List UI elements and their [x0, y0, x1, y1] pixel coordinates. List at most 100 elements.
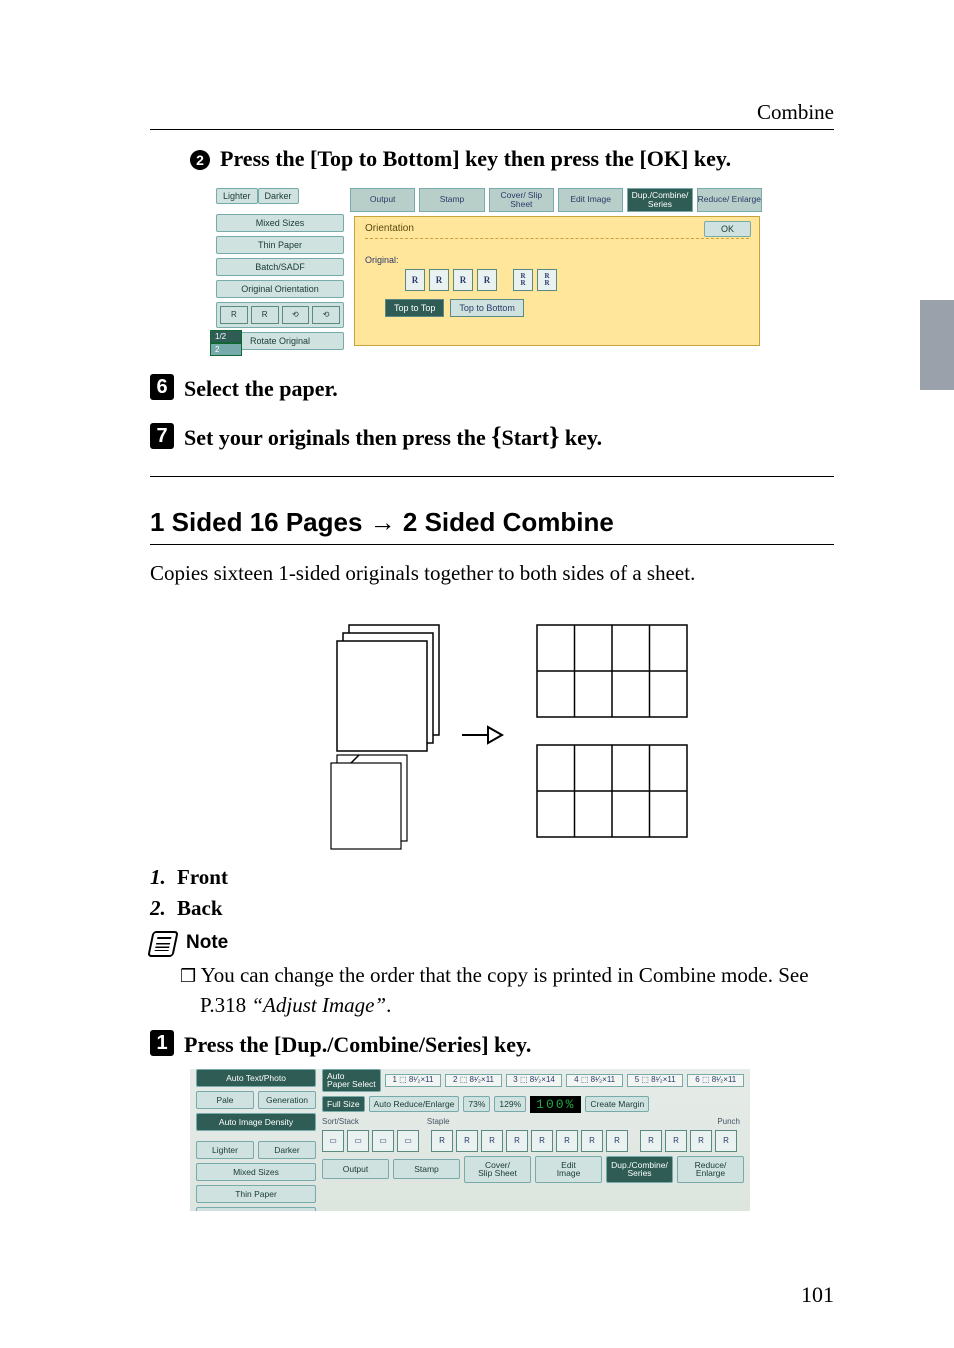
finish-icon[interactable]: ▭ — [347, 1130, 369, 1152]
staple-label: Staple — [427, 1117, 450, 1126]
thin-paper-button[interactable]: Thin Paper — [216, 236, 344, 254]
ok-button[interactable]: OK — [704, 221, 751, 237]
punch-icon[interactable]: R — [690, 1130, 712, 1152]
tab-edit[interactable]: Edit Image — [558, 188, 623, 212]
t: key. — [559, 425, 602, 450]
sort-stack-label: Sort/Stack — [322, 1117, 359, 1126]
ui-screenshot-main: Auto Text/Photo Pale Generation Auto Ima… — [190, 1069, 750, 1211]
punch-icon[interactable]: R — [665, 1130, 687, 1152]
full-size-button[interactable]: Full Size — [322, 1096, 365, 1112]
tab2-stamp[interactable]: Stamp — [393, 1159, 460, 1179]
t: key. — [694, 146, 731, 171]
thin-paper-2[interactable]: Thin Paper — [196, 1185, 316, 1203]
mixed-sizes-button[interactable]: Mixed Sizes — [216, 214, 344, 232]
orient-icon[interactable]: R — [251, 306, 279, 324]
generation-button[interactable]: Generation — [258, 1091, 316, 1109]
create-margin-button[interactable]: Create Margin — [585, 1096, 649, 1112]
tab2-reduce[interactable]: Reduce/ Enlarge — [677, 1156, 744, 1183]
tab2-edit[interactable]: Edit Image — [535, 1156, 602, 1183]
tray-4[interactable]: 4 ⬚ 8¹⁄₂×11 — [566, 1074, 623, 1087]
bracket-close: } — [549, 422, 559, 451]
enum-1-n: 1. — [150, 865, 172, 889]
finish-icon[interactable]: ▭ — [372, 1130, 394, 1152]
orientation-panel: Orientation OK Original: R R R R RR RR T… — [354, 216, 760, 346]
auto-text-photo-button[interactable]: Auto Text/Photo — [196, 1069, 316, 1087]
tray-5[interactable]: 5 ⬚ 8¹⁄₂×11 — [627, 1074, 684, 1087]
section-title: 1 Sided 16 Pages → 2 Sided Combine — [150, 507, 834, 538]
tab-cover[interactable]: Cover/ Slip Sheet — [489, 188, 554, 212]
staple-icon[interactable]: R — [581, 1130, 603, 1152]
glyph-r-stack[interactable]: RR — [537, 269, 557, 291]
orient-icon-row[interactable]: R R ⟲ ⟲ — [216, 302, 344, 328]
tray-6[interactable]: 6 ⬚ 8¹⁄₂×11 — [687, 1074, 744, 1087]
glyph-r[interactable]: R — [405, 269, 425, 291]
dup-combine-key: [Dup./Combine/Series] — [274, 1032, 489, 1057]
staple-icon[interactable]: R — [431, 1130, 453, 1152]
tab2-dup[interactable]: Dup./Combine/ Series — [606, 1156, 673, 1183]
header-title: Combine — [757, 100, 834, 124]
enum-1-label: Front — [177, 865, 228, 889]
staple-icon[interactable]: R — [606, 1130, 628, 1152]
t: Press the — [184, 1032, 274, 1057]
tab-output[interactable]: Output — [350, 188, 415, 212]
t: key. — [494, 1032, 531, 1057]
tab2-output[interactable]: Output — [322, 1159, 389, 1179]
staple-icon[interactable]: R — [456, 1130, 478, 1152]
finish-icon[interactable]: ▭ — [397, 1130, 419, 1152]
punch-icon[interactable]: R — [715, 1130, 737, 1152]
top-to-bottom-button[interactable]: Top to Bottom — [450, 299, 524, 317]
tab-reduce[interactable]: Reduce/ Enlarge — [697, 188, 762, 212]
t: “Adjust Image” — [251, 993, 386, 1017]
orient-icon[interactable]: R — [220, 306, 248, 324]
lighter-button-2[interactable]: Lighter — [196, 1141, 254, 1159]
note-block: Note You can change the order that the c… — [150, 931, 834, 1020]
note-icon — [147, 931, 179, 957]
staple-icon[interactable]: R — [506, 1130, 528, 1152]
mixed-sizes-2[interactable]: Mixed Sizes — [196, 1163, 316, 1181]
step-6: 6 Select the paper. — [150, 374, 834, 405]
staple-icon[interactable]: R — [556, 1130, 578, 1152]
auto-paper-select[interactable]: Auto Paper Select — [322, 1069, 381, 1092]
note-label: Note — [186, 932, 228, 953]
ratio-display: 100% — [530, 1096, 581, 1113]
batch-sadf-2[interactable]: Batch/SADF — [196, 1207, 316, 1211]
punch-icon[interactable]: R — [640, 1130, 662, 1152]
key-top-to-bottom: [Top to Bottom] — [310, 146, 460, 171]
tray-1[interactable]: 1 ⬚ 8¹⁄₂×11 — [385, 1074, 442, 1087]
finish-icon[interactable]: ▭ — [322, 1130, 344, 1152]
t: . — [386, 993, 391, 1017]
enum-2-n: 2. — [150, 896, 172, 920]
tab-stamp[interactable]: Stamp — [419, 188, 484, 212]
glyph-r[interactable]: R — [477, 269, 497, 291]
ratio-129[interactable]: 129% — [494, 1096, 526, 1112]
ratio-73[interactable]: 73% — [463, 1096, 490, 1112]
tray-2[interactable]: 2 ⬚ 8¹⁄₂×11 — [445, 1074, 502, 1087]
glyph-r[interactable]: R — [429, 269, 449, 291]
orient-icon[interactable]: ⟲ — [312, 306, 340, 324]
enum-2: 2. Back — [150, 896, 834, 921]
orient-icon[interactable]: ⟲ — [282, 306, 310, 324]
side-tab — [920, 300, 954, 390]
tray-3[interactable]: 3 ⬚ 8¹⁄₂×14 — [506, 1074, 563, 1087]
lighter-button[interactable]: Lighter — [216, 188, 258, 204]
tab2-cover[interactable]: Cover/ Slip Sheet — [464, 1156, 531, 1183]
staple-icon[interactable]: R — [531, 1130, 553, 1152]
left-col2: Auto Text/Photo Pale Generation Auto Ima… — [196, 1069, 316, 1211]
top-to-top-button[interactable]: Top to Top — [385, 299, 444, 317]
glyph-row: R R R R RR RR — [405, 269, 749, 291]
orig-orient-button[interactable]: Original Orientation — [216, 280, 344, 298]
auto-density-button[interactable]: Auto Image Density — [196, 1113, 316, 1131]
batch-sadf-button[interactable]: Batch/SADF — [216, 258, 344, 276]
tab-dup-combine[interactable]: Dup./Combine/ Series — [627, 188, 692, 212]
darker-button-2[interactable]: Darker — [258, 1141, 316, 1159]
header-rule — [150, 129, 834, 130]
page-tab-2[interactable]: 2 — [210, 343, 242, 356]
auto-re-button[interactable]: Auto Reduce/Enlarge — [369, 1096, 460, 1112]
pale-button[interactable]: Pale — [196, 1091, 254, 1109]
glyph-r-stack[interactable]: RR — [513, 269, 533, 291]
enum-1: 1. Front — [150, 865, 834, 890]
darker-button[interactable]: Darker — [258, 188, 299, 204]
page-tab-1[interactable]: 1/2 — [210, 330, 242, 343]
glyph-r[interactable]: R — [453, 269, 473, 291]
staple-icon[interactable]: R — [481, 1130, 503, 1152]
